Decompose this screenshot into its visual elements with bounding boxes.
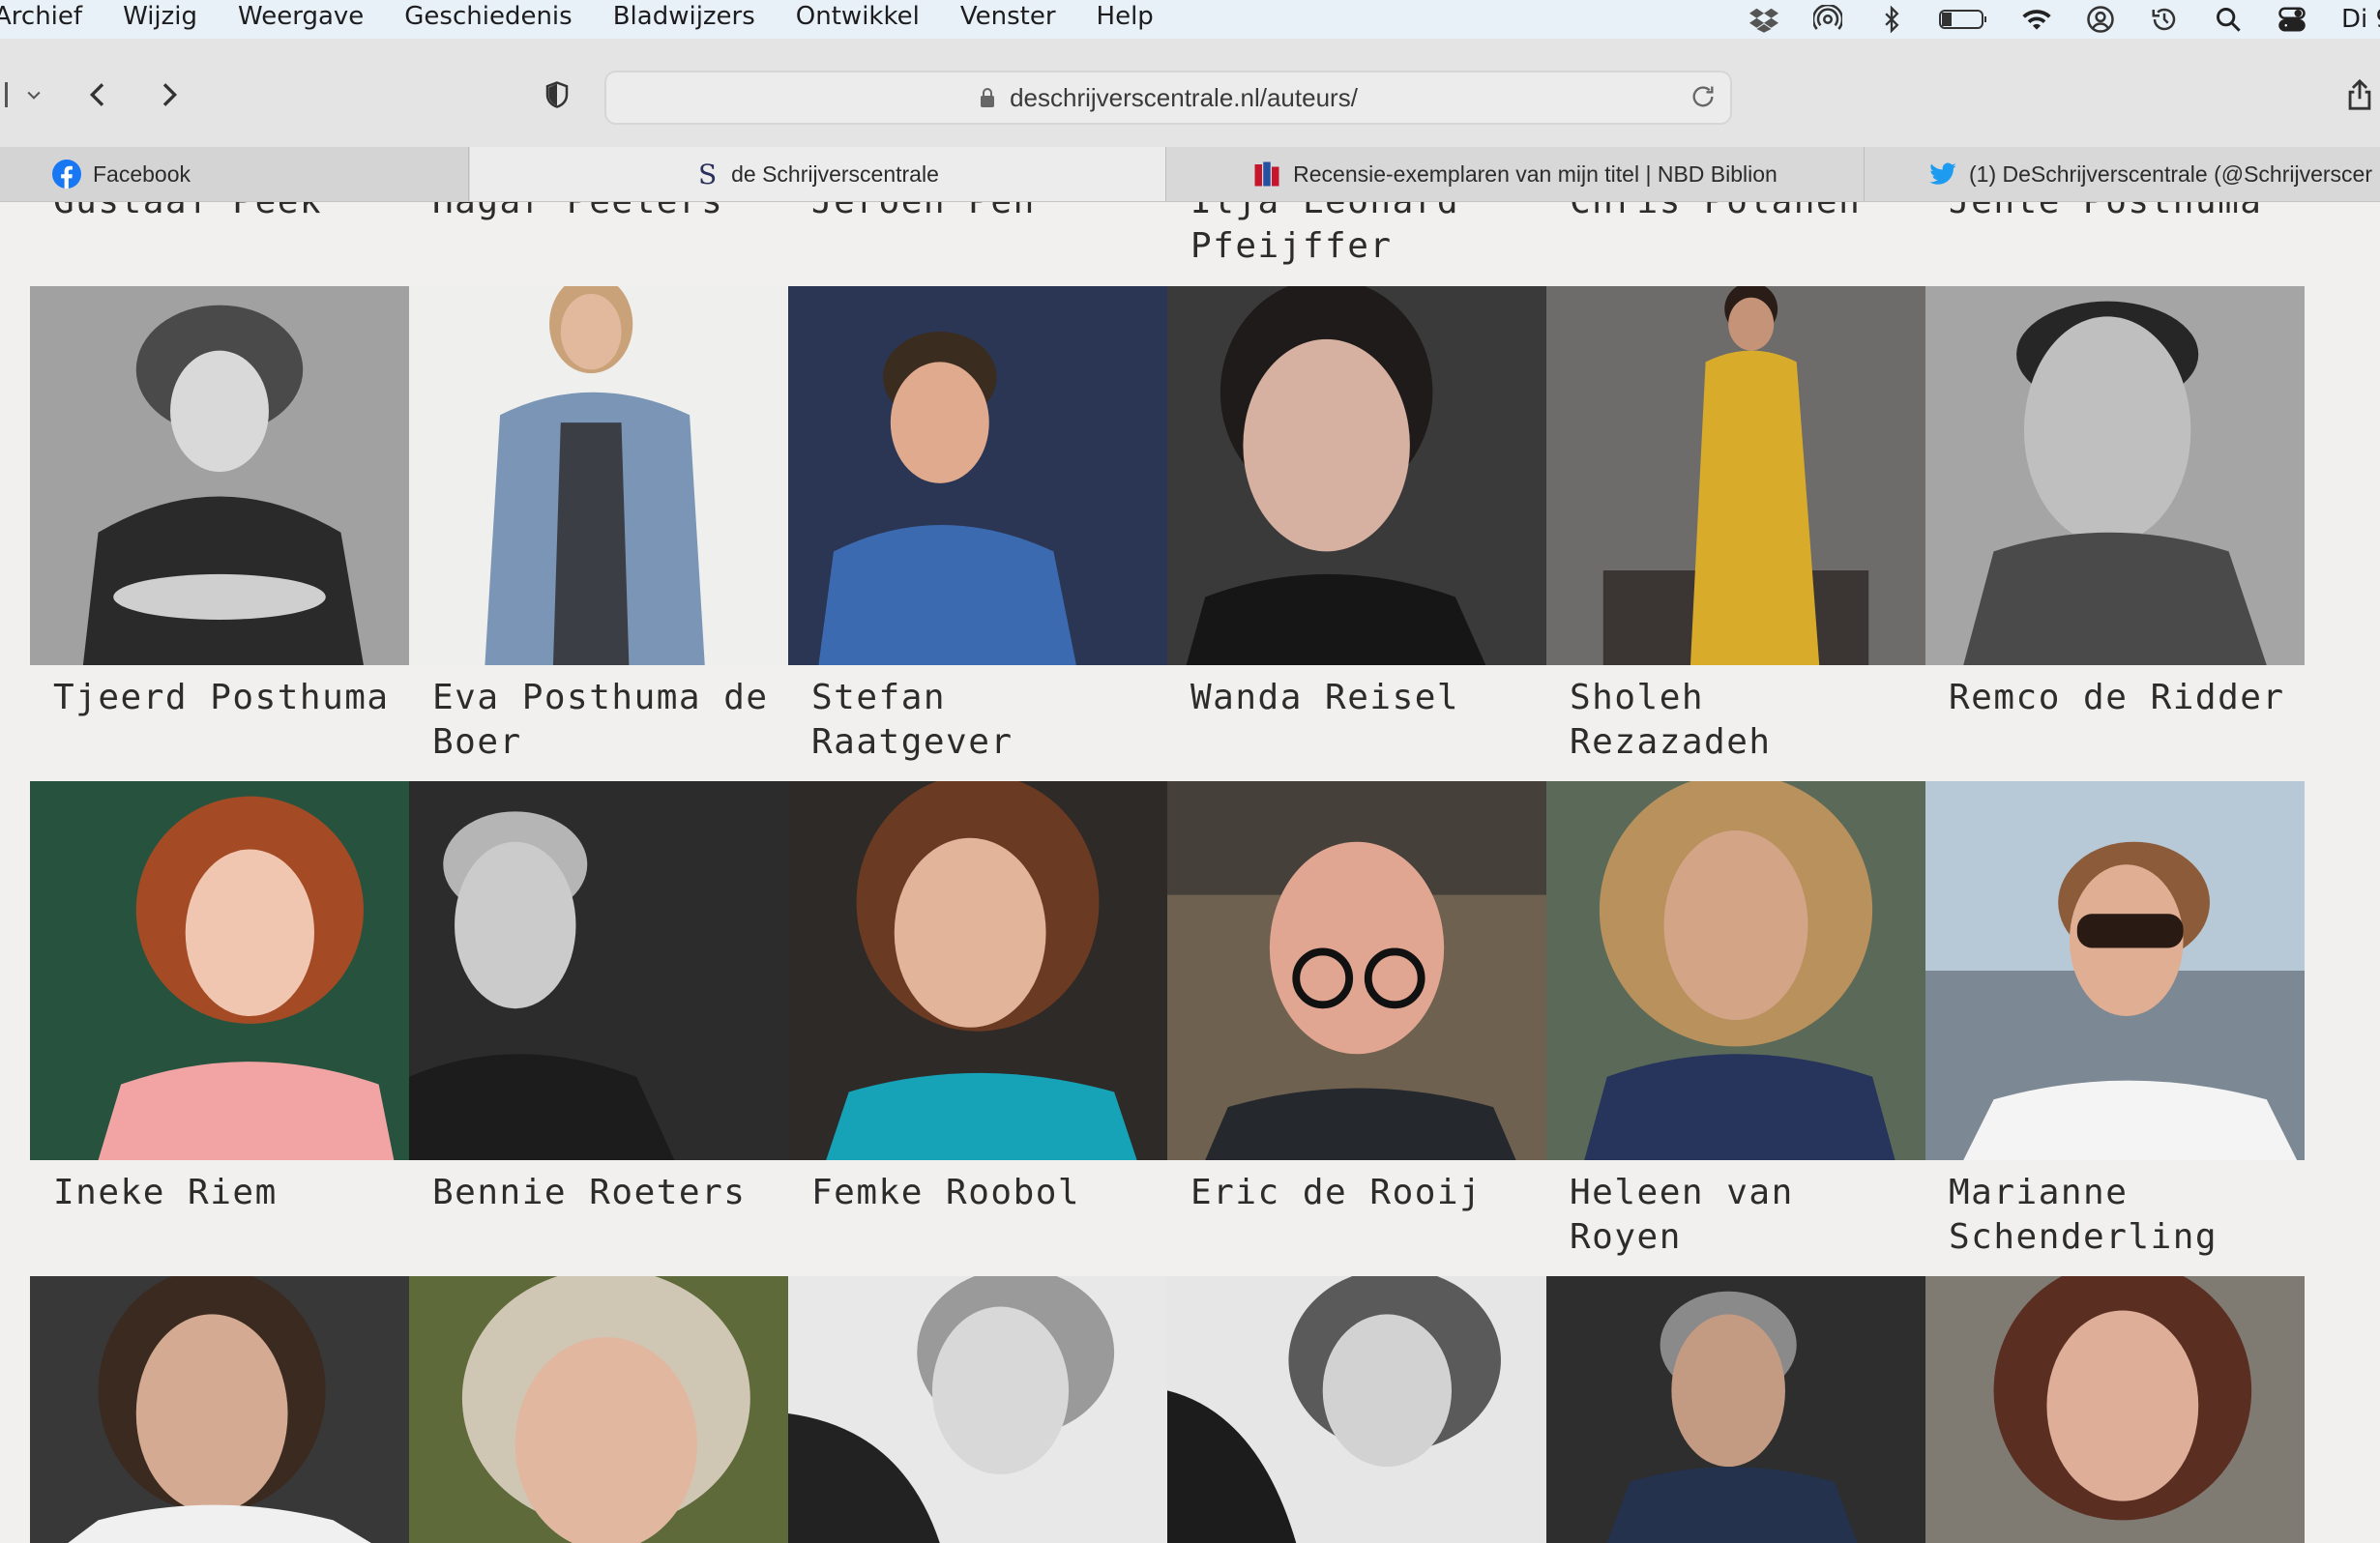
author-name[interactable]: Jeroen Pen [811, 202, 1150, 224]
author-photo[interactable] [788, 1276, 1167, 1543]
tab-bar: Facebook S de Schrijverscentrale Recensi… [0, 147, 2380, 202]
author-name[interactable]: Tjeerd Posthuma [53, 676, 392, 720]
svg-text:S: S [698, 159, 717, 189]
nbd-biblion-icon [1254, 161, 1279, 187]
search-icon[interactable] [2212, 3, 2245, 36]
menubar-clock[interactable]: Di 9 [2341, 5, 2380, 34]
menu-item-wijzig[interactable]: Wijzig [123, 2, 197, 31]
menu-item-ontwikkel[interactable]: Ontwikkel [796, 2, 920, 31]
author-photo[interactable] [788, 286, 1167, 665]
menu-item-archief[interactable]: Archief [0, 2, 82, 31]
author-name[interactable]: Ilja Leonard Pfeijffer [1190, 202, 1529, 269]
menu-item-venster[interactable]: Venster [960, 2, 1056, 31]
tab-label: (1) DeSchrijverscentrale (@Schrijverscer [1969, 160, 2372, 187]
forward-button[interactable] [149, 75, 188, 114]
tab-label: de Schrijverscentrale [731, 160, 939, 187]
author-photo[interactable] [30, 1276, 409, 1543]
author-photo[interactable] [1167, 286, 1546, 665]
author-photo[interactable] [1546, 781, 1925, 1160]
author-name[interactable]: Ineke Riem [53, 1171, 392, 1215]
author-name[interactable]: Bennie Roeters [432, 1171, 771, 1215]
author-name[interactable]: Jente Posthuma [1949, 202, 2287, 224]
author-photo[interactable] [788, 781, 1167, 1160]
author-name[interactable]: Chris Polanen [1570, 202, 1908, 224]
author-name[interactable]: Sholeh Rezazadeh [1570, 676, 1908, 765]
lock-icon [981, 88, 995, 107]
schrijverscentrale-icon: S [698, 159, 717, 189]
twitter-icon [1929, 162, 1956, 185]
author-photo[interactable] [1167, 781, 1546, 1160]
sidebar-toggle-button[interactable] [0, 75, 12, 114]
menu-item-geschiedenis[interactable]: Geschiedenis [404, 2, 572, 31]
browser-toolbar: deschrijverscentrale.nl/auteurs/ [0, 39, 2380, 148]
author-photo[interactable] [409, 781, 788, 1160]
menu-item-weergave[interactable]: Weergave [238, 2, 364, 31]
author-photo[interactable] [1925, 1276, 2305, 1543]
author-photo[interactable] [30, 286, 409, 665]
bluetooth-icon[interactable] [1875, 3, 1908, 36]
control-center-icon[interactable] [2276, 3, 2308, 36]
menu-items: Archief Wijzig Weergave Geschiedenis Bladwij… [0, 2, 1194, 31]
tab-schrijverscentrale[interactable]: S de Schrijverscentrale [470, 147, 1166, 201]
author-name[interactable]: Hagar Peeters [432, 202, 771, 224]
author-photo[interactable] [409, 1276, 788, 1543]
author-photo[interactable] [1546, 1276, 1925, 1543]
author-name[interactable]: Eva Posthuma de Boer [432, 676, 771, 765]
reload-icon[interactable] [1690, 83, 1717, 110]
author-photo[interactable] [409, 286, 788, 665]
author-photo[interactable] [1546, 286, 1925, 665]
menu-item-bladwijzers[interactable]: Bladwijzers [613, 2, 755, 31]
author-photo[interactable] [1925, 781, 2305, 1160]
author-photo[interactable] [1925, 286, 2305, 665]
user-icon[interactable] [2084, 3, 2117, 36]
chevron-down-icon[interactable] [21, 81, 46, 108]
back-button[interactable] [79, 75, 118, 114]
share-button[interactable] [2340, 73, 2379, 116]
status-area: Di 9 [1717, 0, 2380, 39]
author-name[interactable]: Heleen van Royen [1570, 1171, 1908, 1260]
tab-nbd-biblion[interactable]: Recensie-exemplaren van mijn titel | NBD… [1166, 147, 1865, 201]
author-name[interactable]: Wanda Reisel [1190, 676, 1529, 720]
battery-icon[interactable] [1939, 3, 1989, 36]
author-name[interactable]: Femke Roobol [811, 1171, 1150, 1215]
tab-twitter[interactable]: (1) DeSchrijverscentrale (@Schrijverscer [1865, 147, 2380, 201]
author-name[interactable]: Eric de Rooij [1190, 1171, 1529, 1215]
authors-page: Gustaaf Peek Hagar Peeters Jeroen Pen Il… [0, 202, 2380, 1543]
author-name[interactable]: Remco de Ridder [1949, 676, 2287, 720]
airdrop-icon[interactable] [1811, 3, 1844, 36]
address-url[interactable]: deschrijverscentrale.nl/auteurs/ [1010, 83, 1358, 113]
time-machine-icon[interactable] [2148, 3, 2181, 36]
dropbox-icon[interactable] [1748, 3, 1780, 36]
address-bar[interactable]: deschrijverscentrale.nl/auteurs/ [604, 71, 1732, 125]
menu-item-help[interactable]: Help [1097, 2, 1154, 31]
menu-bar: Archief Wijzig Weergave Geschiedenis Bladwij… [0, 0, 2380, 39]
author-name[interactable]: Marianne Schenderling [1949, 1171, 2287, 1260]
author-photo[interactable] [1167, 1276, 1546, 1543]
facebook-icon [52, 160, 81, 189]
privacy-shield-icon[interactable] [538, 75, 576, 114]
author-photo[interactable] [30, 781, 409, 1160]
tab-label: Recensie-exemplaren van mijn titel | NBD… [1293, 160, 1778, 187]
author-name[interactable]: Stefan Raatgever [811, 676, 1150, 765]
author-name[interactable]: Gustaaf Peek [53, 202, 392, 224]
tab-label: Facebook [93, 160, 191, 187]
tab-facebook[interactable]: Facebook [0, 147, 469, 201]
wifi-icon[interactable] [2020, 3, 2053, 36]
